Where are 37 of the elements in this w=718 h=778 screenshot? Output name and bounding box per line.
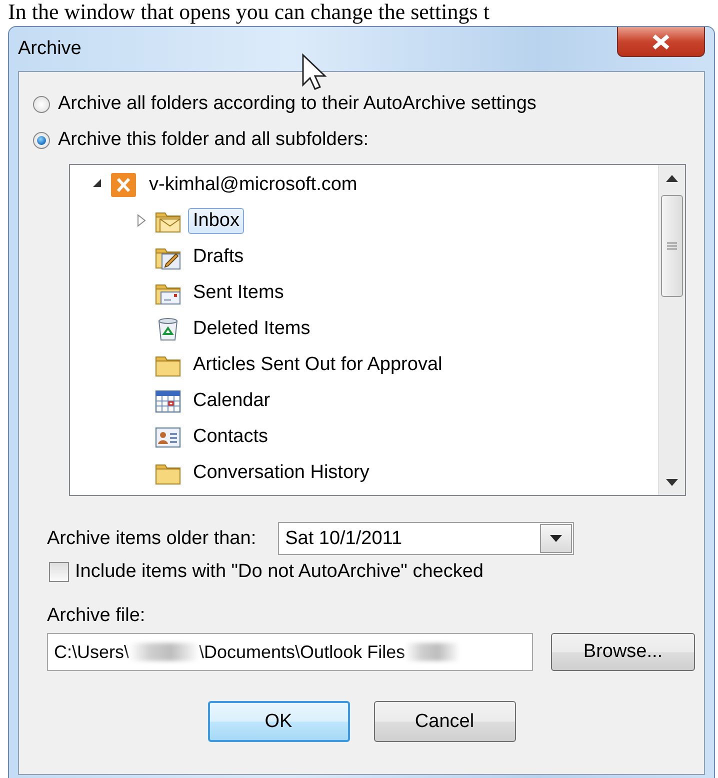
folder-item[interactable]: Contacts: [188, 424, 273, 450]
folder-item[interactable]: Calendar: [188, 388, 276, 414]
folder-item[interactable]: Articles Sent Out for Approval: [188, 352, 448, 378]
caption-text: In the window that opens you can change the settings t: [7, 0, 490, 24]
folder-item[interactable]: Sent Items: [188, 280, 289, 306]
account-icon: [110, 172, 138, 198]
option-label: Archive this folder and all subfolders:: [58, 129, 368, 151]
scrollbar[interactable]: [658, 165, 685, 495]
caret-icon: [550, 535, 562, 542]
browse-button[interactable]: Browse...: [551, 633, 695, 671]
folder-item[interactable]: Drafts: [188, 244, 249, 270]
collapsed-arrow-icon[interactable]: [136, 214, 146, 227]
ok-button[interactable]: OK: [208, 701, 350, 742]
checkbox-label: Include items with "Do not AutoArchive" checked: [75, 561, 484, 583]
option-label: Archive all folders according to their AutoArchive settings: [58, 93, 536, 115]
close-icon: [651, 34, 671, 50]
date-dropdown[interactable]: Sat 10/1/2011: [278, 522, 574, 555]
folder-item[interactable]: v-kimhal@microsoft.com: [144, 172, 362, 198]
folder-item[interactable]: Conversation History: [188, 460, 374, 486]
scrollbar-thumb[interactable]: [661, 195, 683, 297]
folder-item[interactable]: Inbox: [188, 208, 244, 234]
path-field[interactable]: C:\Users\ \Documents\Outlook Files: [47, 633, 533, 671]
field-label: Archive file:: [47, 605, 146, 627]
calendar-icon: [154, 388, 182, 414]
window-title: Archive: [18, 38, 82, 60]
radio-button[interactable]: [33, 132, 50, 148]
close-button[interactable]: [617, 27, 705, 57]
cancel-button[interactable]: Cancel: [374, 701, 516, 742]
scroll-down-icon: [666, 478, 678, 486]
grip-icon: [667, 242, 677, 250]
scroll-up-icon: [666, 174, 678, 182]
field-label: Archive items older than:: [47, 528, 256, 550]
expanded-arrow-icon[interactable]: [92, 178, 102, 188]
dropdown-button[interactable]: [540, 524, 572, 553]
checkbox[interactable]: [49, 562, 69, 582]
radio-button[interactable]: [33, 96, 50, 112]
folder-item[interactable]: Deleted Items: [188, 316, 316, 342]
